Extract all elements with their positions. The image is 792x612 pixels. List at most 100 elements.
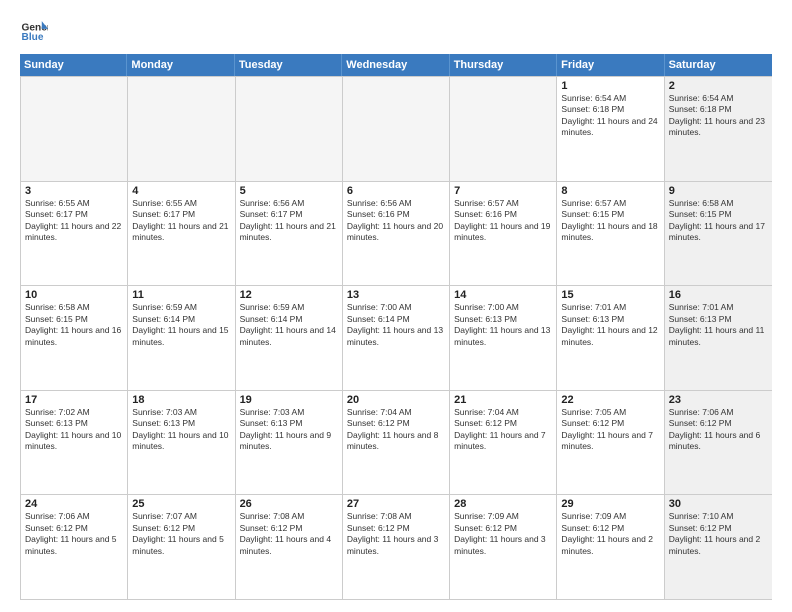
day-number: 5: [240, 185, 338, 197]
day-number: 3: [25, 185, 123, 197]
calendar-cell: 25Sunrise: 7:07 AM Sunset: 6:12 PM Dayli…: [128, 495, 235, 599]
day-info: Sunrise: 6:55 AM Sunset: 6:17 PM Dayligh…: [25, 198, 123, 244]
calendar-cell: 6Sunrise: 6:56 AM Sunset: 6:16 PM Daylig…: [343, 182, 450, 286]
day-number: 12: [240, 289, 338, 301]
weekday-header: Monday: [127, 54, 234, 76]
day-number: 27: [347, 498, 445, 510]
calendar-cell: 29Sunrise: 7:09 AM Sunset: 6:12 PM Dayli…: [557, 495, 664, 599]
calendar-row: 24Sunrise: 7:06 AM Sunset: 6:12 PM Dayli…: [21, 494, 772, 599]
weekday-header: Saturday: [665, 54, 772, 76]
day-number: 23: [669, 394, 768, 406]
day-info: Sunrise: 7:09 AM Sunset: 6:12 PM Dayligh…: [454, 511, 552, 557]
calendar-cell: 1Sunrise: 6:54 AM Sunset: 6:18 PM Daylig…: [557, 77, 664, 181]
calendar-cell: 19Sunrise: 7:03 AM Sunset: 6:13 PM Dayli…: [236, 391, 343, 495]
day-info: Sunrise: 6:54 AM Sunset: 6:18 PM Dayligh…: [561, 93, 659, 139]
day-info: Sunrise: 7:06 AM Sunset: 6:12 PM Dayligh…: [669, 407, 768, 453]
calendar-cell: 17Sunrise: 7:02 AM Sunset: 6:13 PM Dayli…: [21, 391, 128, 495]
calendar-cell: 24Sunrise: 7:06 AM Sunset: 6:12 PM Dayli…: [21, 495, 128, 599]
day-number: 9: [669, 185, 768, 197]
day-info: Sunrise: 7:01 AM Sunset: 6:13 PM Dayligh…: [561, 302, 659, 348]
day-number: 8: [561, 185, 659, 197]
day-info: Sunrise: 6:59 AM Sunset: 6:14 PM Dayligh…: [240, 302, 338, 348]
day-number: 24: [25, 498, 123, 510]
calendar-cell: 22Sunrise: 7:05 AM Sunset: 6:12 PM Dayli…: [557, 391, 664, 495]
calendar-row: 10Sunrise: 6:58 AM Sunset: 6:15 PM Dayli…: [21, 285, 772, 390]
weekday-header: Tuesday: [235, 54, 342, 76]
day-number: 1: [561, 80, 659, 92]
calendar-cell: 7Sunrise: 6:57 AM Sunset: 6:16 PM Daylig…: [450, 182, 557, 286]
weekday-header: Thursday: [450, 54, 557, 76]
day-number: 10: [25, 289, 123, 301]
day-info: Sunrise: 6:54 AM Sunset: 6:18 PM Dayligh…: [669, 93, 768, 139]
calendar-body: 1Sunrise: 6:54 AM Sunset: 6:18 PM Daylig…: [20, 76, 772, 600]
day-info: Sunrise: 7:00 AM Sunset: 6:13 PM Dayligh…: [454, 302, 552, 348]
day-number: 18: [132, 394, 230, 406]
calendar-cell: 27Sunrise: 7:08 AM Sunset: 6:12 PM Dayli…: [343, 495, 450, 599]
day-info: Sunrise: 7:00 AM Sunset: 6:14 PM Dayligh…: [347, 302, 445, 348]
logo: General Blue: [20, 18, 48, 46]
day-info: Sunrise: 6:58 AM Sunset: 6:15 PM Dayligh…: [25, 302, 123, 348]
calendar-row: 17Sunrise: 7:02 AM Sunset: 6:13 PM Dayli…: [21, 390, 772, 495]
day-number: 30: [669, 498, 768, 510]
day-info: Sunrise: 7:08 AM Sunset: 6:12 PM Dayligh…: [240, 511, 338, 557]
day-number: 17: [25, 394, 123, 406]
svg-text:Blue: Blue: [22, 32, 44, 43]
calendar-cell: 28Sunrise: 7:09 AM Sunset: 6:12 PM Dayli…: [450, 495, 557, 599]
calendar-cell: 2Sunrise: 6:54 AM Sunset: 6:18 PM Daylig…: [665, 77, 772, 181]
day-info: Sunrise: 7:02 AM Sunset: 6:13 PM Dayligh…: [25, 407, 123, 453]
day-info: Sunrise: 7:10 AM Sunset: 6:12 PM Dayligh…: [669, 511, 768, 557]
day-info: Sunrise: 7:01 AM Sunset: 6:13 PM Dayligh…: [669, 302, 768, 348]
calendar-cell: 21Sunrise: 7:04 AM Sunset: 6:12 PM Dayli…: [450, 391, 557, 495]
calendar-cell: 18Sunrise: 7:03 AM Sunset: 6:13 PM Dayli…: [128, 391, 235, 495]
day-number: 29: [561, 498, 659, 510]
calendar-row: 3Sunrise: 6:55 AM Sunset: 6:17 PM Daylig…: [21, 181, 772, 286]
calendar-cell: [21, 77, 128, 181]
calendar-cell: 20Sunrise: 7:04 AM Sunset: 6:12 PM Dayli…: [343, 391, 450, 495]
day-number: 4: [132, 185, 230, 197]
calendar-cell: 3Sunrise: 6:55 AM Sunset: 6:17 PM Daylig…: [21, 182, 128, 286]
day-info: Sunrise: 7:04 AM Sunset: 6:12 PM Dayligh…: [454, 407, 552, 453]
day-number: 15: [561, 289, 659, 301]
day-info: Sunrise: 7:07 AM Sunset: 6:12 PM Dayligh…: [132, 511, 230, 557]
day-number: 11: [132, 289, 230, 301]
day-number: 16: [669, 289, 768, 301]
day-number: 26: [240, 498, 338, 510]
calendar-row: 1Sunrise: 6:54 AM Sunset: 6:18 PM Daylig…: [21, 76, 772, 181]
day-info: Sunrise: 6:55 AM Sunset: 6:17 PM Dayligh…: [132, 198, 230, 244]
weekday-header: Friday: [557, 54, 664, 76]
weekday-header: Sunday: [20, 54, 127, 76]
day-info: Sunrise: 6:56 AM Sunset: 6:16 PM Dayligh…: [347, 198, 445, 244]
day-number: 19: [240, 394, 338, 406]
calendar-cell: 8Sunrise: 6:57 AM Sunset: 6:15 PM Daylig…: [557, 182, 664, 286]
day-info: Sunrise: 6:57 AM Sunset: 6:15 PM Dayligh…: [561, 198, 659, 244]
day-number: 21: [454, 394, 552, 406]
logo-icon: General Blue: [20, 18, 48, 46]
page-header: General Blue: [20, 18, 772, 46]
calendar-cell: [450, 77, 557, 181]
day-info: Sunrise: 6:56 AM Sunset: 6:17 PM Dayligh…: [240, 198, 338, 244]
day-number: 14: [454, 289, 552, 301]
calendar-cell: 11Sunrise: 6:59 AM Sunset: 6:14 PM Dayli…: [128, 286, 235, 390]
day-number: 22: [561, 394, 659, 406]
calendar-cell: 16Sunrise: 7:01 AM Sunset: 6:13 PM Dayli…: [665, 286, 772, 390]
calendar-cell: 12Sunrise: 6:59 AM Sunset: 6:14 PM Dayli…: [236, 286, 343, 390]
calendar-cell: 4Sunrise: 6:55 AM Sunset: 6:17 PM Daylig…: [128, 182, 235, 286]
weekday-header: Wednesday: [342, 54, 449, 76]
day-info: Sunrise: 7:09 AM Sunset: 6:12 PM Dayligh…: [561, 511, 659, 557]
calendar-cell: 23Sunrise: 7:06 AM Sunset: 6:12 PM Dayli…: [665, 391, 772, 495]
calendar-cell: 30Sunrise: 7:10 AM Sunset: 6:12 PM Dayli…: [665, 495, 772, 599]
calendar-cell: 14Sunrise: 7:00 AM Sunset: 6:13 PM Dayli…: [450, 286, 557, 390]
calendar-cell: [343, 77, 450, 181]
day-info: Sunrise: 7:03 AM Sunset: 6:13 PM Dayligh…: [240, 407, 338, 453]
day-info: Sunrise: 7:06 AM Sunset: 6:12 PM Dayligh…: [25, 511, 123, 557]
calendar-cell: 13Sunrise: 7:00 AM Sunset: 6:14 PM Dayli…: [343, 286, 450, 390]
day-info: Sunrise: 6:59 AM Sunset: 6:14 PM Dayligh…: [132, 302, 230, 348]
calendar-cell: 9Sunrise: 6:58 AM Sunset: 6:15 PM Daylig…: [665, 182, 772, 286]
day-info: Sunrise: 7:04 AM Sunset: 6:12 PM Dayligh…: [347, 407, 445, 453]
day-info: Sunrise: 6:58 AM Sunset: 6:15 PM Dayligh…: [669, 198, 768, 244]
calendar-cell: 10Sunrise: 6:58 AM Sunset: 6:15 PM Dayli…: [21, 286, 128, 390]
day-info: Sunrise: 7:03 AM Sunset: 6:13 PM Dayligh…: [132, 407, 230, 453]
calendar-header: SundayMondayTuesdayWednesdayThursdayFrid…: [20, 54, 772, 76]
day-info: Sunrise: 7:05 AM Sunset: 6:12 PM Dayligh…: [561, 407, 659, 453]
calendar-cell: 15Sunrise: 7:01 AM Sunset: 6:13 PM Dayli…: [557, 286, 664, 390]
